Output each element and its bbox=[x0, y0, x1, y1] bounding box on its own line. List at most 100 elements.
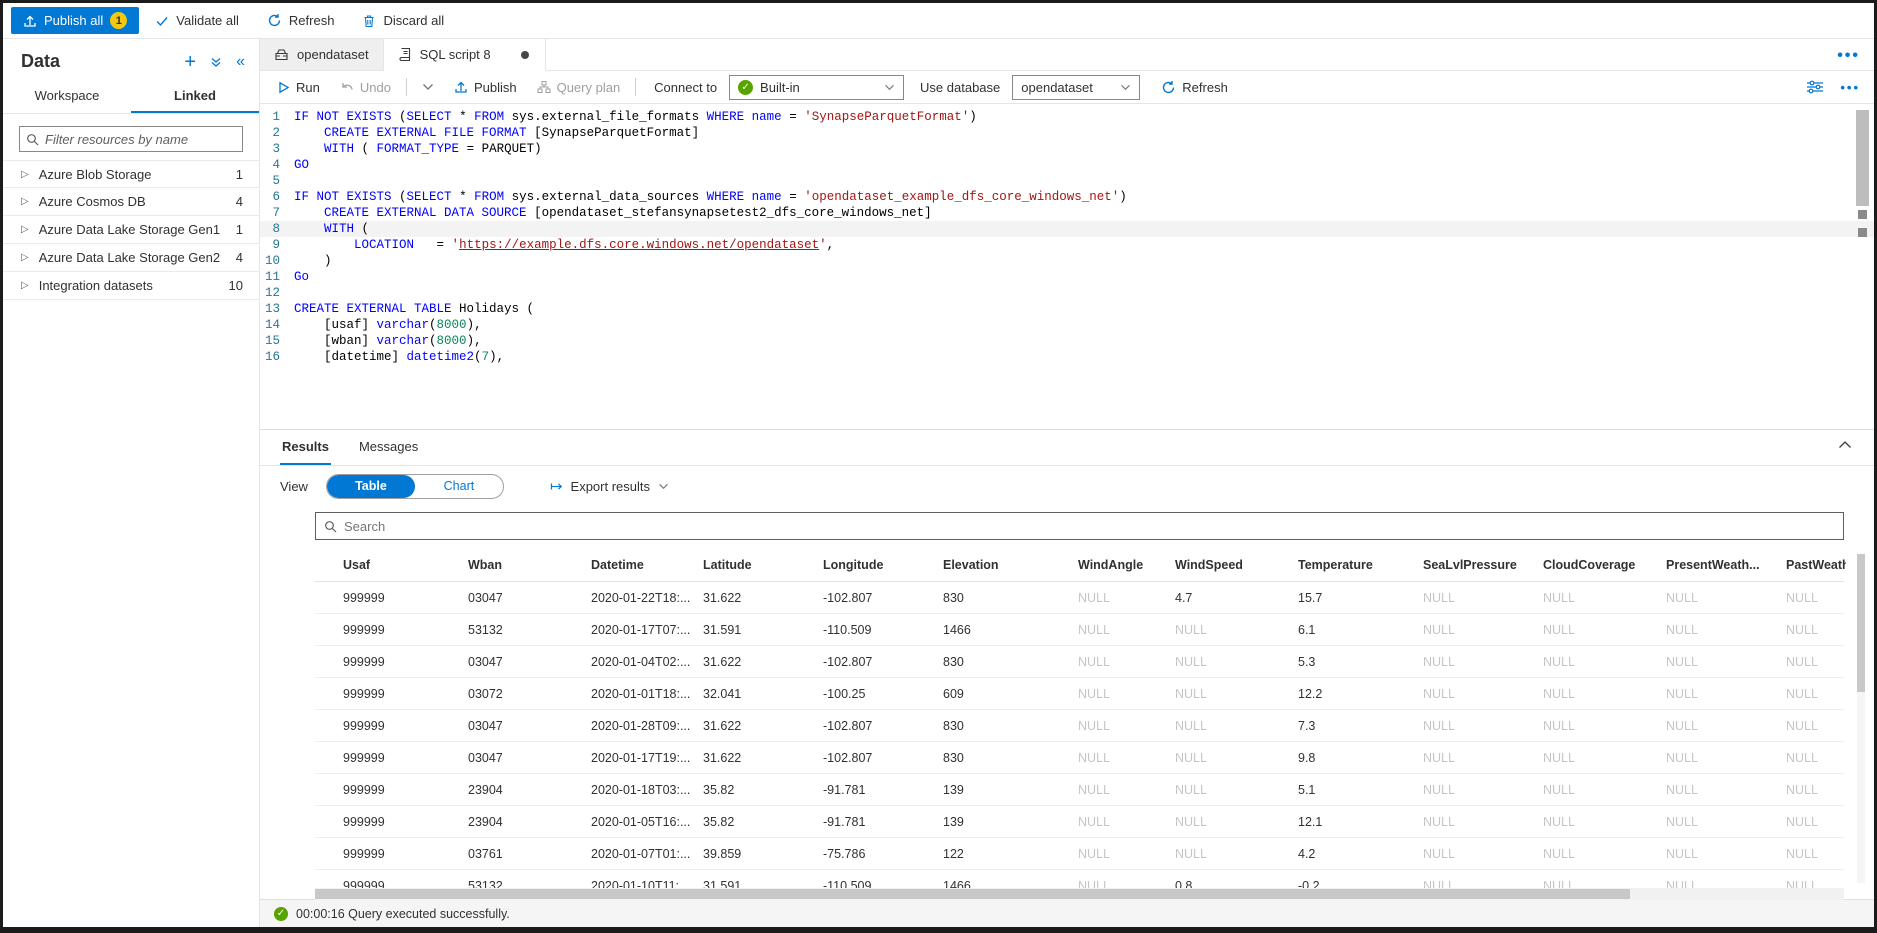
table-cell: NULL bbox=[1175, 847, 1298, 861]
table-row[interactable]: 999999030722020-01-01T18:...32.041-100.2… bbox=[315, 678, 1844, 710]
column-header-windangle[interactable]: WindAngle bbox=[1078, 558, 1175, 572]
code-text: CREATE EXTERNAL FILE FORMAT [SynapseParq… bbox=[294, 125, 1874, 141]
column-header-sealvlpressure[interactable]: SeaLvlPressure bbox=[1423, 558, 1543, 572]
run-options-chevron[interactable] bbox=[415, 74, 441, 100]
table-cell: 35.82 bbox=[703, 815, 823, 829]
code-line[interactable]: 13CREATE EXTERNAL TABLE Holidays ( bbox=[260, 301, 1874, 317]
expand-chevron-icon[interactable]: ▷ bbox=[21, 224, 29, 235]
publish-all-button[interactable]: Publish all 1 bbox=[11, 7, 139, 34]
sidebar-tabs: Workspace Linked bbox=[3, 82, 259, 114]
code-line[interactable]: 6IF NOT EXISTS (SELECT * FROM sys.extern… bbox=[260, 189, 1874, 205]
expand-chevron-icon[interactable]: ▷ bbox=[21, 280, 29, 291]
table-row[interactable]: 999999030472020-01-17T19:...31.622-102.8… bbox=[315, 742, 1844, 774]
settings-sliders-icon[interactable] bbox=[1806, 79, 1824, 95]
table-cell: -110.509 bbox=[823, 623, 943, 637]
table-row[interactable]: 999999030472020-01-28T09:...31.622-102.8… bbox=[315, 710, 1844, 742]
table-row[interactable]: 999999030472020-01-04T02:...31.622-102.8… bbox=[315, 646, 1844, 678]
table-row[interactable]: 999999531322020-01-10T11:...31.591-110.5… bbox=[315, 870, 1844, 888]
code-line[interactable]: 7 CREATE EXTERNAL DATA SOURCE [opendatas… bbox=[260, 205, 1874, 221]
tab-messages[interactable]: Messages bbox=[357, 431, 420, 465]
vertical-scrollbar[interactable] bbox=[1857, 554, 1865, 883]
editor-more-actions-icon[interactable]: ••• bbox=[1840, 80, 1860, 95]
undo-button[interactable]: Undo bbox=[333, 74, 398, 100]
view-table-option[interactable]: Table bbox=[327, 475, 415, 498]
code-line[interactable]: 12 bbox=[260, 285, 1874, 301]
tab-more-actions-icon[interactable]: ••• bbox=[1837, 47, 1860, 65]
column-header-windspeed[interactable]: WindSpeed bbox=[1175, 558, 1298, 572]
sidebar-item-azure-cosmos-db[interactable]: ▷Azure Cosmos DB4 bbox=[3, 188, 259, 216]
code-line[interactable]: 14 [usaf] varchar(8000), bbox=[260, 317, 1874, 333]
column-header-usaf[interactable]: Usaf bbox=[343, 558, 468, 572]
tab-opendataset[interactable]: opendataset bbox=[260, 39, 384, 70]
table-cell: NULL bbox=[1543, 623, 1666, 637]
table-cell: NULL bbox=[1423, 879, 1543, 889]
tab-sql-script[interactable]: SQL script 8 bbox=[384, 39, 546, 71]
connect-to-dropdown[interactable]: ✓ Built-in bbox=[729, 75, 904, 100]
view-chart-option[interactable]: Chart bbox=[415, 475, 503, 498]
column-header-datetime[interactable]: Datetime bbox=[591, 558, 703, 572]
validate-all-button[interactable]: Validate all bbox=[143, 7, 251, 34]
line-number: 2 bbox=[260, 125, 294, 141]
table-cell: 999999 bbox=[343, 879, 468, 889]
collapse-all-icon[interactable] bbox=[210, 56, 222, 68]
tab-linked[interactable]: Linked bbox=[131, 82, 259, 113]
sidebar-item-azure-data-lake-storage-gen1[interactable]: ▷Azure Data Lake Storage Gen11 bbox=[3, 216, 259, 244]
collapse-pane-icon[interactable]: « bbox=[236, 53, 245, 71]
expand-chevron-icon[interactable]: ▷ bbox=[21, 252, 29, 263]
synapse-window: Publish all 1 Validate all Refresh Disca… bbox=[0, 0, 1877, 933]
expand-chevron-icon[interactable]: ▷ bbox=[21, 196, 29, 207]
code-line[interactable]: 3 WITH ( FORMAT_TYPE = PARQUET) bbox=[260, 141, 1874, 157]
sidebar-item-azure-blob-storage[interactable]: ▷Azure Blob Storage1 bbox=[3, 160, 259, 188]
publish-button[interactable]: Publish bbox=[447, 74, 524, 100]
code-text: ) bbox=[294, 253, 1874, 269]
sidebar-item-integration-datasets[interactable]: ▷Integration datasets10 bbox=[3, 272, 259, 300]
column-header-longitude[interactable]: Longitude bbox=[823, 558, 943, 572]
run-button[interactable]: Run bbox=[270, 74, 327, 100]
code-line[interactable]: 11Go bbox=[260, 269, 1874, 285]
column-header-presentweath[interactable]: PresentWeath... bbox=[1666, 558, 1786, 572]
code-line[interactable]: 8 WITH ( bbox=[260, 221, 1874, 237]
code-line[interactable]: 2 CREATE EXTERNAL FILE FORMAT [SynapsePa… bbox=[260, 125, 1874, 141]
code-line[interactable]: 16 [datetime] datetime2(7), bbox=[260, 349, 1874, 365]
tab-workspace[interactable]: Workspace bbox=[3, 82, 131, 113]
horizontal-scrollbar[interactable] bbox=[315, 888, 1844, 900]
use-database-dropdown[interactable]: opendataset bbox=[1012, 75, 1140, 100]
export-results-button[interactable]: ↦ Export results bbox=[550, 477, 669, 495]
table-row[interactable]: 999999531322020-01-17T07:...31.591-110.5… bbox=[315, 614, 1844, 646]
code-line[interactable]: 15 [wban] varchar(8000), bbox=[260, 333, 1874, 349]
publish-all-label: Publish all bbox=[44, 13, 103, 28]
divider bbox=[635, 78, 636, 96]
table-cell: 23904 bbox=[468, 815, 591, 829]
collapse-results-chevron-icon[interactable] bbox=[1838, 440, 1852, 449]
refresh-databases-button[interactable]: Refresh bbox=[1154, 74, 1235, 100]
results-search-input[interactable] bbox=[344, 519, 1835, 534]
filter-input[interactable] bbox=[45, 132, 236, 147]
connected-check-icon: ✓ bbox=[738, 80, 753, 95]
column-header-temperature[interactable]: Temperature bbox=[1298, 558, 1423, 572]
editor-scrollbar[interactable] bbox=[1856, 110, 1869, 422]
discard-all-button[interactable]: Discard all bbox=[350, 7, 456, 34]
column-header-wban[interactable]: Wban bbox=[468, 558, 591, 572]
column-header-pastweathe[interactable]: PastWeathe bbox=[1786, 558, 1846, 572]
code-line[interactable]: 4GO bbox=[260, 157, 1874, 173]
expand-chevron-icon[interactable]: ▷ bbox=[21, 169, 29, 180]
table-row[interactable]: 999999239042020-01-05T16:...35.82-91.781… bbox=[315, 806, 1844, 838]
refresh-button[interactable]: Refresh bbox=[255, 7, 347, 34]
add-resource-button[interactable]: + bbox=[184, 55, 196, 69]
column-header-latitude[interactable]: Latitude bbox=[703, 558, 823, 572]
table-row[interactable]: 999999037612020-01-07T01:...39.859-75.78… bbox=[315, 838, 1844, 870]
tab-results[interactable]: Results bbox=[280, 431, 331, 465]
code-line[interactable]: 1IF NOT EXISTS (SELECT * FROM sys.extern… bbox=[260, 109, 1874, 125]
code-line[interactable]: 9 LOCATION = 'https://example.dfs.core.w… bbox=[260, 237, 1874, 253]
sidebar-item-azure-data-lake-storage-gen2[interactable]: ▷Azure Data Lake Storage Gen24 bbox=[3, 244, 259, 272]
sql-editor[interactable]: 1IF NOT EXISTS (SELECT * FROM sys.extern… bbox=[260, 104, 1874, 429]
table-row[interactable]: 999999030472020-01-22T18:...31.622-102.8… bbox=[315, 582, 1844, 614]
code-line[interactable]: 5 bbox=[260, 173, 1874, 189]
code-line[interactable]: 10 ) bbox=[260, 253, 1874, 269]
column-header-cloudcoverage[interactable]: CloudCoverage bbox=[1543, 558, 1666, 572]
table-cell: NULL bbox=[1666, 623, 1786, 637]
column-header-elevation[interactable]: Elevation bbox=[943, 558, 1078, 572]
query-plan-button[interactable]: Query plan bbox=[530, 74, 628, 100]
table-cell: NULL bbox=[1786, 623, 1844, 637]
table-row[interactable]: 999999239042020-01-18T03:...35.82-91.781… bbox=[315, 774, 1844, 806]
